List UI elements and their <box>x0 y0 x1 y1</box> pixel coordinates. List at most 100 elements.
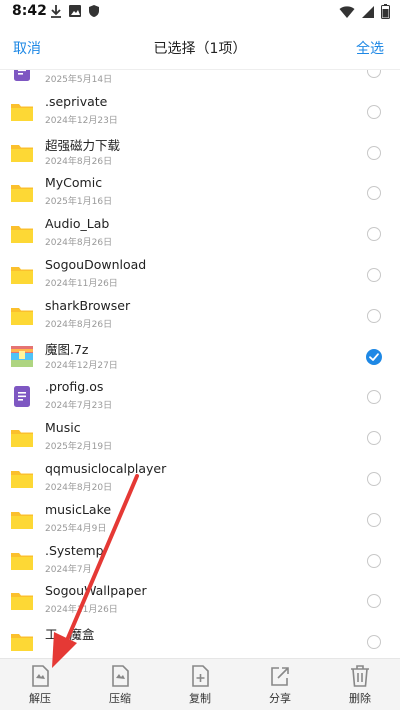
folder-icon <box>10 182 34 204</box>
status-bar: 8:42 <box>0 0 400 24</box>
file-name: 魔图.7z <box>45 341 89 357</box>
file-name: Audio_Lab <box>45 216 110 232</box>
file-name: 工...魔盒 <box>45 627 95 643</box>
list-item[interactable]: Audio_Lab 2024年8月26日 <box>0 213 400 254</box>
file-date: 2024年12月27日 <box>45 360 118 371</box>
checkbox[interactable] <box>367 512 381 527</box>
document-icon <box>10 386 34 408</box>
file-name: qqmusiclocalplayer <box>45 460 167 476</box>
folder-icon <box>10 590 34 612</box>
file-name: .Systemp <box>45 542 104 558</box>
checkbox[interactable] <box>367 390 381 405</box>
file-date: 2024年8月26日 <box>45 319 113 330</box>
checkbox[interactable] <box>367 104 381 119</box>
file-date: 2024年8月26日 <box>45 238 113 249</box>
delete-label: 删除 <box>349 692 371 705</box>
list-item[interactable]: Music 2025年2月19日 <box>0 417 400 458</box>
selection-toolbar: 取消 已选择（1项） 全选 <box>0 24 400 70</box>
status-icons-left <box>50 4 100 18</box>
file-list-content: 2025年5月14日 .seprivate 2024年12月23日超强磁力下载 202… <box>0 70 400 658</box>
archive-icon <box>10 345 34 368</box>
folder-icon <box>10 550 34 572</box>
extract-icon <box>32 665 49 687</box>
select-all-button[interactable]: 全选 <box>356 38 384 58</box>
file-date: 2024年12月23日 <box>45 115 118 126</box>
battery-icon <box>381 4 390 19</box>
folder-icon <box>10 101 34 123</box>
list-item[interactable]: .profig.os 2024年7月23日 <box>0 376 400 417</box>
delete-icon <box>351 665 369 687</box>
list-item[interactable]: musicLake 2025年4月9日 <box>0 499 400 540</box>
extract-button[interactable]: 解压 <box>0 659 80 710</box>
list-item[interactable]: MyComic 2025年1月16日 <box>0 172 400 213</box>
file-name: Music <box>45 420 81 436</box>
compress-label: 压缩 <box>109 692 131 705</box>
file-date: 2024年11月26日 <box>45 278 118 289</box>
checkbox[interactable] <box>367 267 381 282</box>
list-item[interactable]: qqmusiclocalplayer 2024年8月20日 <box>0 458 400 499</box>
checkbox[interactable] <box>367 227 381 242</box>
extract-label: 解压 <box>29 692 51 705</box>
file-name: SogouWallpaper <box>45 583 147 599</box>
share-icon <box>271 667 289 686</box>
list-item[interactable]: .Systemp 2024年7月 <box>0 540 400 581</box>
status-time: 8:42 <box>12 3 47 19</box>
file-date: 2024年8月26日 <box>45 156 113 167</box>
file-date: 2025年5月14日 <box>45 75 113 85</box>
compress-button[interactable]: 压缩 <box>80 659 160 710</box>
folder-icon <box>10 142 34 164</box>
status-icons-right <box>339 4 390 19</box>
checkbox[interactable] <box>367 145 381 160</box>
copy-button[interactable]: 复制 <box>160 659 240 710</box>
folder-icon <box>10 223 34 245</box>
action-bar: 解压 压缩 复制 分享 删除 <box>0 658 400 710</box>
checkbox[interactable] <box>367 186 381 201</box>
download-notification-icon <box>51 5 61 18</box>
checkbox[interactable] <box>367 594 381 609</box>
list-item[interactable]: SogouDownload 2024年11月26日 <box>0 254 400 295</box>
list-item[interactable]: 工...魔盒 <box>0 621 400 658</box>
page-title: 已选择（1项） <box>153 41 247 57</box>
file-name: musicLake <box>45 501 112 517</box>
list-item[interactable]: SogouWallpaper 2024年11月26日 <box>0 580 400 621</box>
folder-icon <box>10 427 34 449</box>
folder-icon <box>10 631 34 653</box>
list-item[interactable]: sharkBrowser 2024年8月26日 <box>0 295 400 336</box>
checkbox[interactable] <box>367 635 381 650</box>
list-item[interactable]: .seprivate 2024年12月23日 <box>0 91 400 132</box>
shield-notification-icon <box>89 5 99 17</box>
file-list[interactable]: 2025年5月14日 .seprivate 2024年12月23日超强磁力下载 202… <box>0 70 400 658</box>
file-name: SogouDownload <box>45 256 147 272</box>
file-name: .profig.os <box>45 379 104 395</box>
folder-icon <box>10 305 34 327</box>
file-date: 2024年8月20日 <box>45 482 113 493</box>
file-date: 2024年7月 <box>45 564 92 575</box>
checkbox[interactable] <box>367 553 381 568</box>
list-item[interactable]: 魔图.7z 2024年12月27日 <box>0 336 400 377</box>
checkbox[interactable] <box>367 431 381 446</box>
checkbox-checked[interactable] <box>366 348 382 365</box>
check-icon <box>369 352 379 361</box>
file-name: 超强磁力下载 <box>45 137 121 153</box>
list-item[interactable]: 2025年5月14日 <box>0 70 400 91</box>
file-date: 2024年11月26日 <box>45 605 118 616</box>
folder-icon <box>10 264 34 286</box>
signal-icon <box>362 5 374 18</box>
share-button[interactable]: 分享 <box>240 659 320 710</box>
file-date: 2025年2月19日 <box>45 442 113 453</box>
delete-button[interactable]: 删除 <box>320 659 400 710</box>
file-date: 2025年1月16日 <box>45 197 113 208</box>
photo-notification-icon <box>69 5 81 17</box>
checkbox[interactable] <box>367 70 381 78</box>
list-item[interactable]: 超强磁力下载 2024年8月26日 <box>0 132 400 173</box>
copy-label: 复制 <box>189 692 211 705</box>
file-date: 2024年7月23日 <box>45 401 113 412</box>
wifi-icon <box>339 5 355 18</box>
checkbox[interactable] <box>367 471 381 486</box>
document-icon <box>10 70 34 82</box>
folder-icon <box>10 468 34 490</box>
file-name: MyComic <box>45 175 103 191</box>
checkbox[interactable] <box>367 308 381 323</box>
share-label: 分享 <box>269 692 291 705</box>
folder-icon <box>10 509 34 531</box>
